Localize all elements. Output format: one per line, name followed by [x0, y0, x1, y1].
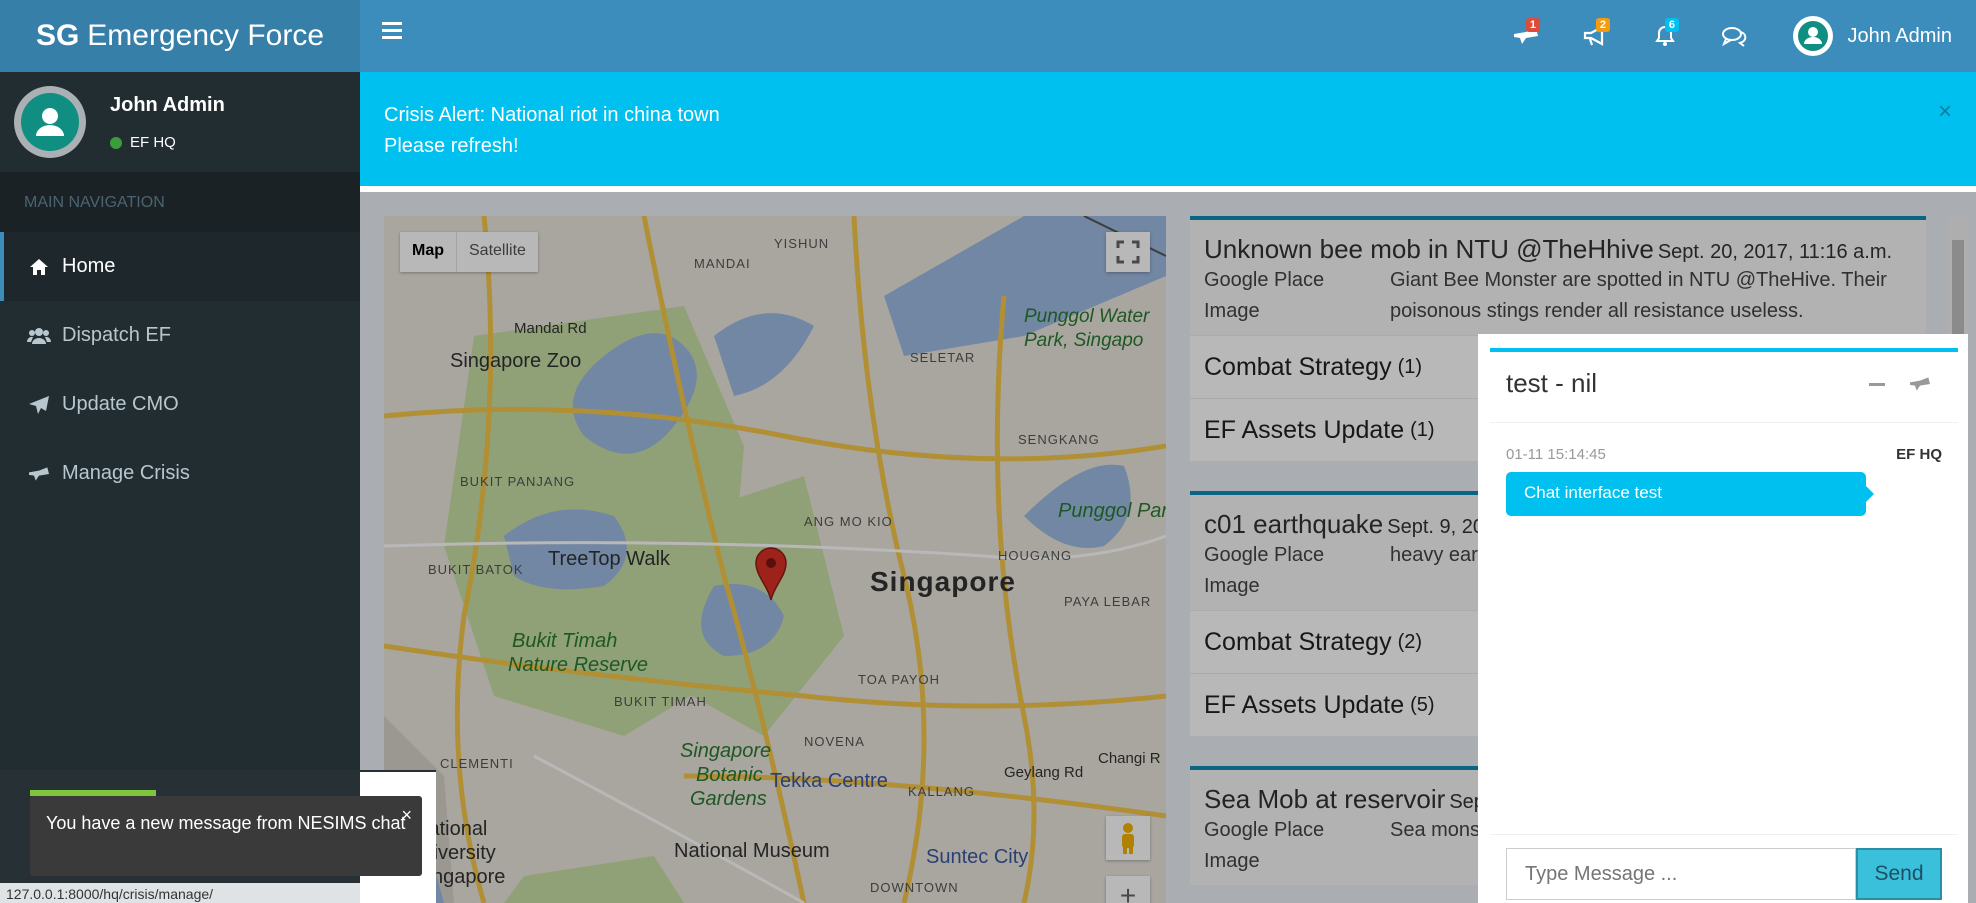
- close-icon[interactable]: ×: [401, 802, 412, 828]
- crisis-count-badge: 1: [1525, 18, 1540, 32]
- paper-plane-icon: [26, 395, 52, 415]
- sidebar-item-label: Manage Crisis: [62, 462, 190, 484]
- sidebar-item-manage-crisis[interactable]: Manage Crisis: [0, 439, 360, 508]
- sidebar-user-status: EF HQ: [110, 134, 176, 151]
- crisis-alert: Crisis Alert: National riot in china tow…: [360, 72, 1976, 186]
- sidebar-item-dispatch-ef[interactable]: Dispatch EF: [0, 301, 360, 370]
- alert-line-1: Crisis Alert: National riot in china tow…: [384, 104, 720, 126]
- sidebar-item-label: Update CMO: [62, 393, 179, 415]
- chat-message-input[interactable]: [1506, 848, 1856, 900]
- brand-logo[interactable]: SG Emergency Force: [0, 0, 360, 72]
- chat-footer-divider: [1490, 834, 1958, 835]
- send-button[interactable]: Send: [1856, 848, 1942, 900]
- user-name: John Admin: [1847, 24, 1952, 47]
- chat-box: test - nil 01-11 15:14:45 EF HQ Chat int…: [1490, 348, 1958, 903]
- avatar: [14, 86, 86, 158]
- chat-title: test - nil: [1506, 368, 1598, 398]
- close-icon[interactable]: ×: [1938, 96, 1952, 127]
- chat-button[interactable]: [1712, 18, 1752, 54]
- top-navbar: 1 2 6 John Admin: [360, 0, 1976, 72]
- toast-message: You have a new message from NESIMS chat: [46, 813, 406, 833]
- comments-icon: [1722, 27, 1747, 47]
- sidebar-user-status-label: EF HQ: [130, 134, 176, 151]
- message-timestamp: 01-11 15:14:45: [1506, 446, 1606, 463]
- sidebar-item-label: Home: [62, 255, 116, 277]
- sidebar-item-update-cmo[interactable]: Update CMO: [0, 370, 360, 439]
- status-url: 127.0.0.1:8000/hq/crisis/manage/: [0, 883, 360, 903]
- message-bubble: Chat interface test: [1506, 472, 1874, 516]
- alert-line-2: Please refresh!: [384, 135, 519, 157]
- menu-toggle-icon[interactable]: [382, 20, 404, 42]
- home-icon: [26, 257, 52, 277]
- sidebar-item-home[interactable]: Home: [0, 232, 360, 301]
- brand-bold: SG: [35, 19, 80, 52]
- users-icon: [26, 326, 52, 346]
- toast-notification[interactable]: You have a new message from NESIMS chat …: [30, 796, 422, 876]
- crisis-icon: [1910, 377, 1930, 391]
- minimize-button[interactable]: [1868, 374, 1886, 394]
- online-status-icon: [110, 136, 122, 149]
- avatar: [1793, 16, 1834, 56]
- sidebar-item-label: Dispatch EF: [62, 324, 171, 346]
- crisis-icon: [26, 464, 52, 484]
- user-panel: John Admin EF HQ: [0, 72, 360, 172]
- user-menu[interactable]: John Admin: [1793, 14, 1952, 58]
- announcement-count-badge: 2: [1595, 18, 1610, 32]
- chat-close-button[interactable]: [1906, 374, 1934, 394]
- bell-notification-button[interactable]: 6: [1643, 18, 1683, 54]
- chat-divider: [1490, 422, 1958, 423]
- crisis-notification-button[interactable]: 1: [1504, 18, 1544, 54]
- announcement-notification-button[interactable]: 2: [1574, 18, 1614, 54]
- minus-icon: [1869, 383, 1885, 386]
- bell-count-badge: 6: [1664, 18, 1679, 32]
- chat-panel: test - nil 01-11 15:14:45 EF HQ Chat int…: [1478, 334, 1968, 903]
- message-sender: EF HQ: [1896, 446, 1942, 463]
- nav-header: MAIN NAVIGATION: [0, 172, 360, 232]
- sidebar-user-name: John Admin: [110, 94, 225, 116]
- brand-rest: Emergency Force: [87, 19, 325, 52]
